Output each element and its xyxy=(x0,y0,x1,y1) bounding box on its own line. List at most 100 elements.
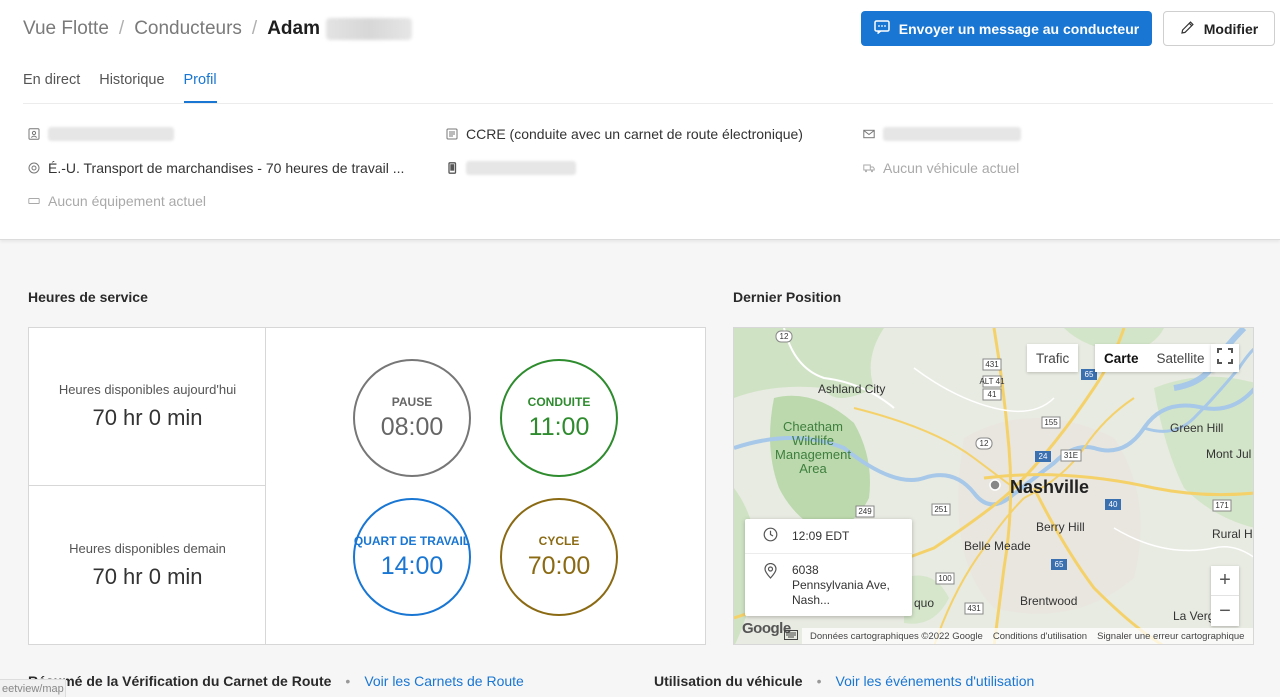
mail-icon xyxy=(863,128,875,140)
road-label: 431 xyxy=(967,604,981,613)
map-type-traffic[interactable]: Trafic xyxy=(1027,344,1078,372)
ruleset-text: CCRE (conduite avec un carnet de route é… xyxy=(466,126,803,142)
edit-button[interactable]: Modifier xyxy=(1163,11,1275,46)
vehicle-usage-heading: Utilisation du véhicule • Voir les événe… xyxy=(654,671,1034,691)
breadcrumb-current-driver: Adam xyxy=(267,18,320,39)
profile-tabs: En direct Historique Profil xyxy=(23,72,217,103)
log-audit-heading: Résumé de la Vérification du Carnet de R… xyxy=(28,671,524,691)
id-card-icon xyxy=(28,128,40,140)
hos-title: Heures de service xyxy=(28,289,148,305)
breadcrumb-separator: / xyxy=(118,18,125,39)
road-label: 31E xyxy=(1064,451,1078,460)
map-label-nashville: Nashville xyxy=(1010,477,1090,497)
truck-icon xyxy=(863,162,875,174)
message-driver-button[interactable]: Envoyer un message au conducteur xyxy=(861,11,1152,46)
map-terms-link[interactable]: Conditions d'utilisation xyxy=(993,631,1087,642)
keyboard-icon[interactable] xyxy=(784,630,798,643)
breadcrumb-separator: / xyxy=(251,18,258,39)
hours-tomorrow-value: 70 hr 0 min xyxy=(92,563,203,589)
road-label: 431 xyxy=(985,360,999,369)
location-pin-icon xyxy=(763,562,778,608)
map-label-belle-meade: Belle Meade xyxy=(964,539,1031,553)
map-data-credit: Données cartographiques ©2022 Google xyxy=(810,631,983,642)
map-label-brentwood: Brentwood xyxy=(1020,594,1078,608)
map-type-switcher: Carte Satellite xyxy=(1095,344,1214,372)
hos-available-panel: Heures disponibles aujourd'hui 70 hr 0 m… xyxy=(29,328,266,644)
document-icon xyxy=(446,128,458,140)
trailer-icon xyxy=(28,195,40,207)
redacted-phone xyxy=(466,161,576,175)
map-label-ashland-city: Ashland City xyxy=(818,382,886,396)
phone-row xyxy=(446,158,576,178)
view-logs-link[interactable]: Voir les Carnets de Route xyxy=(364,673,524,689)
tab-profile[interactable]: Profil xyxy=(183,72,217,103)
hos-card: Heures disponibles aujourd'hui 70 hr 0 m… xyxy=(28,327,706,645)
breadcrumb-drivers[interactable]: Conducteurs xyxy=(134,18,242,40)
tab-live[interactable]: En direct xyxy=(23,72,80,103)
cycle-rule-row: É.-U. Transport de marchandises - 70 heu… xyxy=(28,158,404,178)
hours-today-value: 70 hr 0 min xyxy=(92,405,203,430)
drive-clock-label: CONDUITE xyxy=(527,394,591,409)
redacted-driver-id xyxy=(48,127,174,141)
map-title: Dernier Position xyxy=(733,289,842,305)
driver-id-row xyxy=(28,124,174,144)
road-label: 100 xyxy=(938,574,952,583)
tab-history[interactable]: Historique xyxy=(99,72,164,103)
drive-clock: CONDUITE 11:00 xyxy=(500,359,618,477)
vehicle-usage-title: Utilisation du véhicule xyxy=(654,673,803,689)
equipment-text: Aucun équipement actuel xyxy=(48,193,206,209)
break-clock-value: 08:00 xyxy=(380,412,444,441)
profile-header: Vue Flotte / Conducteurs / Adam Envoyer … xyxy=(0,0,1280,240)
fullscreen-button[interactable] xyxy=(1211,344,1239,372)
road-label: 251 xyxy=(934,505,948,514)
road-label: 155 xyxy=(1044,418,1058,427)
popup-address-row: 6038 Pennsylvania Ave, Nash... xyxy=(745,562,912,608)
view-usage-link[interactable]: Voir les événements d'utilisation xyxy=(836,673,1035,689)
cycle-rule-text: É.-U. Transport de marchandises - 70 heu… xyxy=(48,160,405,176)
last-position-map[interactable]: 12 431 41 ALT 41 155 65 24 31E 40 249 25… xyxy=(733,327,1254,645)
map-type-map[interactable]: Carte xyxy=(1095,344,1148,372)
ruleset-row: CCRE (conduite avec un carnet de route é… xyxy=(446,124,803,144)
breadcrumb-fleet-view[interactable]: Vue Flotte xyxy=(23,18,109,40)
redacted-email xyxy=(883,127,1021,141)
vehicle-row: Aucun véhicule actuel xyxy=(863,158,1019,178)
road-label: 171 xyxy=(1215,501,1229,510)
redacted-last-name xyxy=(326,18,412,40)
road-label: 40 xyxy=(1109,500,1118,509)
position-popup: 12:09 EDT 6038 Pennsylvania Ave, Nash... xyxy=(745,519,912,616)
road-label: 24 xyxy=(1039,452,1048,461)
zoom-in-button[interactable]: + xyxy=(1211,566,1239,596)
vehicle-text: Aucun véhicule actuel xyxy=(883,160,1020,176)
cycle-clock: CYCLE 70:00 xyxy=(500,498,618,616)
map-report-link[interactable]: Signaler une erreur cartographique xyxy=(1097,631,1244,642)
separator-dot: • xyxy=(816,673,822,689)
message-icon xyxy=(874,20,890,37)
status-bar-url: eetview/map xyxy=(0,679,66,697)
phone-icon xyxy=(446,162,458,174)
shift-clock-value: 14:00 xyxy=(380,551,444,580)
zoom-controls: + − xyxy=(1211,566,1239,626)
map-label-rural-hill: Rural H xyxy=(1212,527,1253,541)
map-attribution: Données cartographiques ©2022 Google Con… xyxy=(734,628,1253,644)
map-label-partial: quo xyxy=(914,596,935,610)
hours-today: Heures disponibles aujourd'hui 70 hr 0 m… xyxy=(29,328,266,486)
shift-clock: QUART DE TRAVAIL 14:00 xyxy=(353,498,471,616)
road-label: 249 xyxy=(858,507,872,516)
equipment-row: Aucun équipement actuel xyxy=(28,191,206,211)
popup-time-row: 12:09 EDT xyxy=(745,519,912,554)
hours-tomorrow: Heures disponibles demain 70 hr 0 min xyxy=(29,486,266,644)
map-label-berry-hill: Berry Hill xyxy=(1036,520,1085,534)
fullscreen-icon xyxy=(1216,347,1234,370)
tabs-divider xyxy=(23,103,1273,104)
road-label: 65 xyxy=(1085,370,1094,379)
road-label: 65 xyxy=(1055,560,1064,569)
map-type-satellite[interactable]: Satellite xyxy=(1148,344,1214,372)
road-label: 41 xyxy=(988,390,997,399)
log-audit-title: Résumé de la Vérification du Carnet de R… xyxy=(28,673,332,689)
zoom-out-button[interactable]: − xyxy=(1211,596,1239,626)
map-label-mont-juliet: Mont Jul xyxy=(1206,447,1252,461)
target-icon xyxy=(28,162,40,174)
pencil-icon xyxy=(1180,20,1195,38)
road-label: 12 xyxy=(780,332,789,341)
road-label: ALT 41 xyxy=(979,377,1005,386)
